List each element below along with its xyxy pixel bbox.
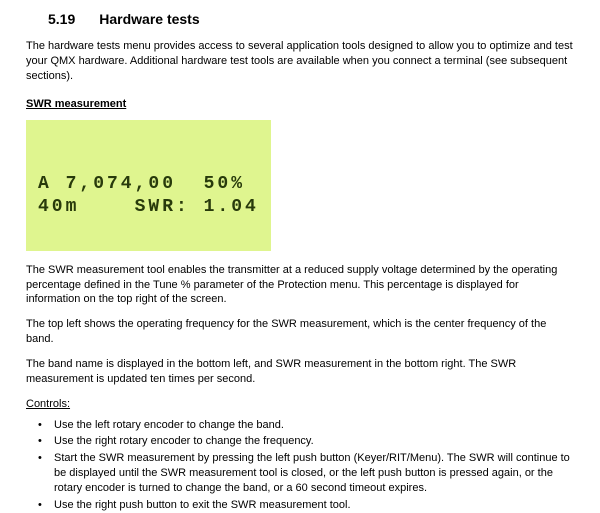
intro-paragraph: The hardware tests menu provides access … — [26, 39, 574, 84]
list-item: Use the left rotary encoder to change th… — [38, 418, 574, 433]
section-title: Hardware tests — [99, 11, 199, 27]
lcd-display: A 7,074,00 50%40m SWR: 1.04 — [26, 120, 271, 251]
swr-para-3: The band name is displayed in the bottom… — [26, 357, 574, 387]
controls-label: Controls: — [26, 397, 574, 412]
list-item: Use the right rotary encoder to change t… — [38, 434, 574, 449]
controls-list: Use the left rotary encoder to change th… — [26, 418, 574, 513]
lcd-line-2: 40m SWR: 1.04 — [38, 196, 259, 219]
swr-para-1: The SWR measurement tool enables the tra… — [26, 263, 574, 308]
section-number: 5.19 — [48, 10, 75, 29]
lcd-line-1: A 7,074,00 50% — [38, 173, 259, 196]
section-heading: 5.19 Hardware tests — [26, 10, 574, 29]
list-item: Start the SWR measurement by pressing th… — [38, 451, 574, 496]
swr-heading: SWR measurement — [26, 97, 574, 112]
swr-para-2: The top left shows the operating frequen… — [26, 317, 574, 347]
